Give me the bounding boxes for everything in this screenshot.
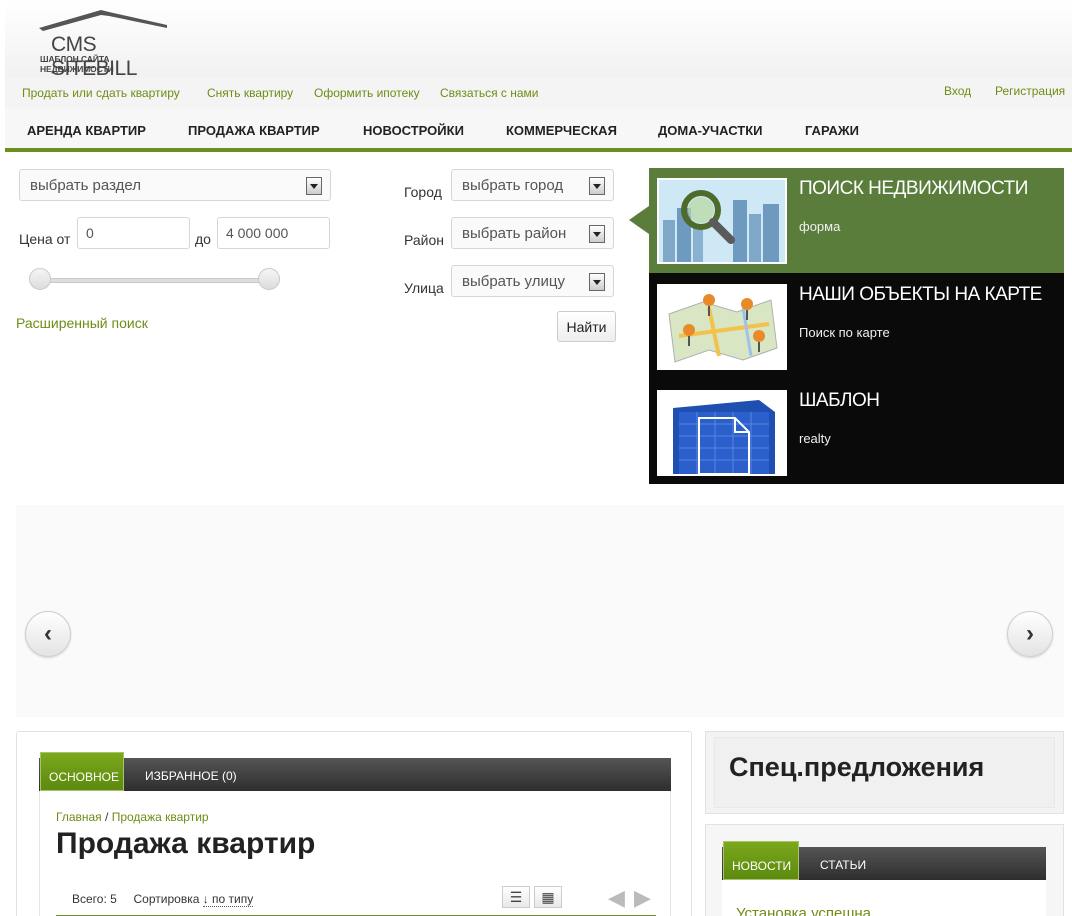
nav-item-commercial[interactable]: КОММЕРЧЕСКАЯ bbox=[506, 123, 617, 138]
sort-label: Сортировка bbox=[133, 892, 200, 906]
breadcrumb-home[interactable]: Главная bbox=[56, 810, 102, 824]
price-slider-track[interactable] bbox=[38, 278, 270, 283]
panel-item-title: НАШИ ОБЪЕКТЫ НА КАРТЕ bbox=[799, 284, 1042, 305]
price-slider-min-handle[interactable] bbox=[29, 268, 51, 290]
top-links-bar: Продать или сдать квартиру Снять квартир… bbox=[5, 78, 1072, 108]
toplink-contact[interactable]: Связаться с нами bbox=[440, 86, 538, 100]
city-search-icon bbox=[657, 178, 787, 264]
main-content: ОСНОВНОЕ ИЗБРАННОЕ (0) Главная / Продажа… bbox=[16, 731, 692, 916]
toplink-rent[interactable]: Снять квартиру bbox=[207, 86, 293, 100]
logo[interactable]: CMS SITEBILL ШАБЛОН САЙТА НЕДВИЖИМОСТИ bbox=[39, 6, 179, 80]
toplink-mortgage[interactable]: Оформить ипотеку bbox=[314, 86, 420, 100]
panel-item-subtitle: Поиск по карте bbox=[799, 325, 890, 340]
price-from-input[interactable]: 0 bbox=[77, 217, 190, 249]
login-link[interactable]: Вход bbox=[944, 84, 971, 98]
chevron-down-icon bbox=[589, 225, 605, 243]
tab-main[interactable]: ОСНОВНОЕ bbox=[40, 752, 124, 791]
street-label: Улица bbox=[404, 280, 444, 296]
find-button[interactable]: Найти bbox=[557, 311, 616, 342]
panel-item-title: ПОИСК НЕДВИЖИМОСТИ bbox=[799, 178, 1028, 199]
city-label: Город bbox=[404, 184, 442, 200]
price-to-input[interactable]: 4 000 000 bbox=[217, 217, 330, 249]
panel-pointer-arrow bbox=[629, 206, 649, 234]
special-offers-title: Спец.предложения bbox=[729, 752, 985, 782]
panel-item-template[interactable]: ШАБЛОН realty bbox=[649, 380, 1064, 485]
carousel-next-button[interactable]: › bbox=[1007, 611, 1053, 657]
district-select-value: выбрать район bbox=[462, 225, 567, 242]
street-select-value: выбрать улицу bbox=[462, 273, 565, 290]
breadcrumb-separator: / bbox=[105, 810, 109, 824]
nav-item-sell-apartments[interactable]: ПРОДАЖА КВАРТИР bbox=[188, 123, 320, 138]
chevron-down-icon bbox=[589, 177, 605, 195]
page-title: Продажа квартир bbox=[56, 827, 316, 860]
nav-item-garages[interactable]: ГАРАЖИ bbox=[805, 123, 859, 138]
content-tabs: ОСНОВНОЕ ИЗБРАННОЕ (0) bbox=[39, 752, 671, 791]
chevron-left-icon: ‹ bbox=[44, 620, 52, 647]
breadcrumb: Главная / Продажа квартир bbox=[56, 810, 209, 824]
chevron-down-icon bbox=[306, 177, 322, 195]
panel-item-map[interactable]: НАШИ ОБЪЕКТЫ НА КАРТЕ Поиск по карте bbox=[649, 274, 1064, 379]
price-to-label: до bbox=[195, 231, 211, 247]
list-view-icon[interactable]: ☰ bbox=[502, 886, 530, 908]
carousel-prev-button[interactable]: ‹ bbox=[25, 611, 71, 657]
register-link[interactable]: Регистрация bbox=[995, 84, 1065, 98]
city-select-value: выбрать город bbox=[462, 177, 564, 194]
map-pins-icon bbox=[657, 284, 787, 370]
house-roof-icon bbox=[39, 10, 167, 31]
listing-stats: Всего: 5 Сортировка ↓ по типу bbox=[72, 892, 254, 907]
panel-item-search[interactable]: ПОИСК НЕДВИЖИМОСТИ форма bbox=[649, 168, 1064, 273]
site-header: CMS SITEBILL ШАБЛОН САЙТА НЕДВИЖИМОСТИ bbox=[5, 0, 1072, 80]
special-offers-box: Спец.предложения bbox=[705, 731, 1064, 814]
total-label: Всего: bbox=[72, 892, 107, 906]
price-slider-max-handle[interactable] bbox=[258, 268, 280, 290]
toplink-sell[interactable]: Продать или сдать квартиру bbox=[22, 86, 180, 100]
chevron-down-icon bbox=[589, 273, 605, 291]
total-count: 5 bbox=[110, 892, 117, 906]
news-box: НОВОСТИ СТАТЬИ Установка успешна bbox=[705, 824, 1064, 916]
section-select-value: выбрать раздел bbox=[30, 177, 141, 194]
nav-item-new-buildings[interactable]: НОВОСТРОЙКИ bbox=[363, 123, 464, 138]
news-body: Установка успешна bbox=[722, 880, 1046, 916]
panel-item-title: ШАБЛОН bbox=[799, 390, 880, 411]
chevron-right-icon: › bbox=[1026, 620, 1034, 647]
section-select[interactable]: выбрать раздел bbox=[19, 169, 331, 201]
feature-panel: ПОИСК НЕДВИЖИМОСТИ форма НАШИ ОБЪЕКТЫ НА… bbox=[649, 168, 1064, 484]
panel-item-subtitle: realty bbox=[799, 431, 831, 446]
prev-page-arrow-icon[interactable]: ◀ bbox=[608, 885, 625, 911]
city-select[interactable]: выбрать город bbox=[451, 169, 614, 201]
sort-by-type-link[interactable]: ↓ по типу bbox=[202, 892, 254, 907]
nav-item-rent-apartments[interactable]: АРЕНДА КВАРТИР bbox=[27, 123, 146, 138]
content-body: Главная / Продажа квартир Продажа кварти… bbox=[39, 791, 671, 916]
tab-favorites[interactable]: ИЗБРАННОЕ (0) bbox=[145, 758, 237, 791]
breadcrumb-current[interactable]: Продажа квартир bbox=[112, 810, 209, 824]
street-select[interactable]: выбрать улицу bbox=[451, 265, 614, 297]
price-from-label: Цена от bbox=[19, 231, 71, 247]
district-label: Район bbox=[404, 232, 444, 248]
special-offers-inner: Спец.предложения bbox=[714, 737, 1055, 808]
news-tabs: НОВОСТИ СТАТЬИ bbox=[722, 841, 1046, 880]
blueprint-icon bbox=[657, 390, 787, 476]
panel-item-subtitle: форма bbox=[799, 219, 841, 234]
grid-view-icon[interactable]: ▦ bbox=[534, 886, 562, 908]
nav-item-houses-land[interactable]: ДОМА-УЧАСТКИ bbox=[658, 123, 763, 138]
advanced-search-link[interactable]: Расширенный поиск bbox=[16, 315, 148, 331]
district-select[interactable]: выбрать район bbox=[451, 217, 614, 249]
next-page-arrow-icon[interactable]: ▶ bbox=[634, 885, 651, 911]
main-nav: АРЕНДА КВАРТИР ПРОДАЖА КВАРТИР НОВОСТРОЙ… bbox=[5, 108, 1072, 152]
carousel: ‹ › bbox=[16, 505, 1064, 717]
tab-articles[interactable]: СТАТЬИ bbox=[820, 847, 866, 880]
logo-tagline: ШАБЛОН САЙТА НЕДВИЖИМОСТИ bbox=[40, 54, 114, 74]
news-item-link[interactable]: Установка успешна bbox=[736, 905, 871, 916]
tab-news[interactable]: НОВОСТИ bbox=[723, 841, 799, 880]
